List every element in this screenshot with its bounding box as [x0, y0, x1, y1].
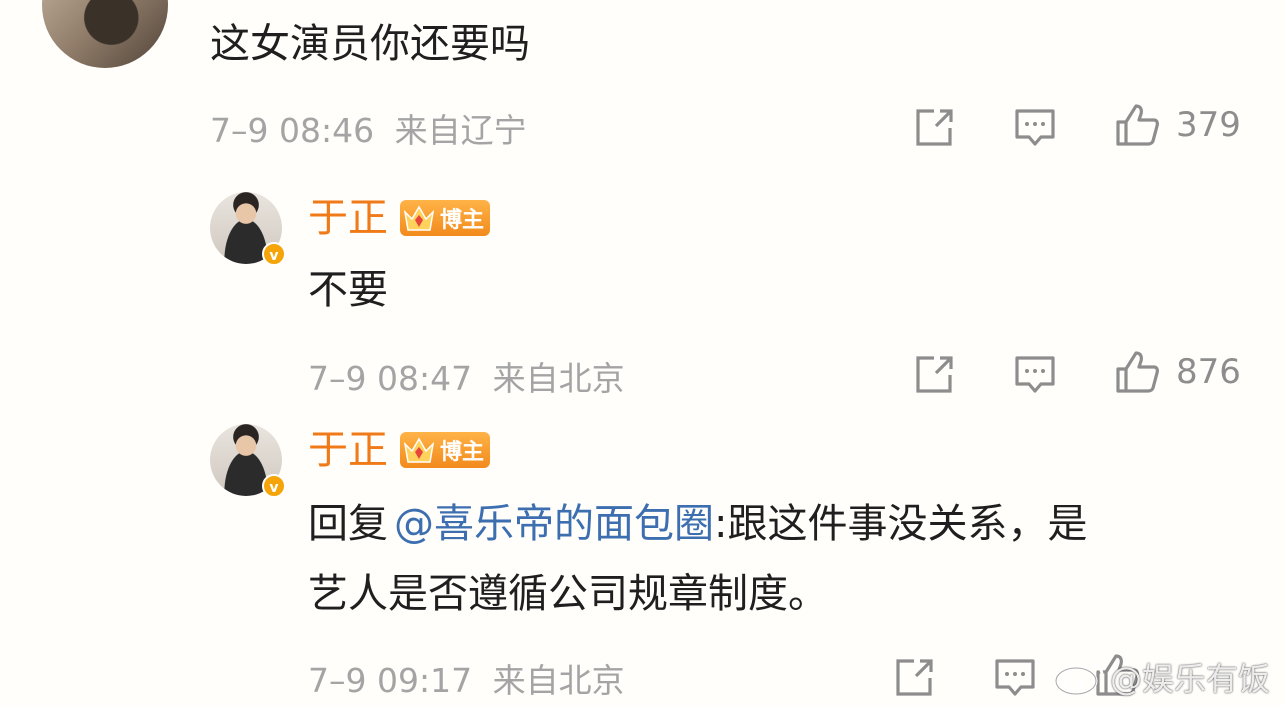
reply-author-name[interactable]: 于正 — [308, 194, 388, 242]
blogger-badge: 博主 — [400, 200, 491, 236]
reply-time: 7–9 09:17 — [308, 661, 473, 700]
verified-badge-icon: v — [262, 474, 286, 498]
reply-text-rest: :跟这件事没关系，是 — [714, 501, 1088, 547]
share-icon[interactable] — [912, 106, 956, 150]
reply-time: 7–9 08:47 — [308, 359, 473, 398]
reply-avatar[interactable]: v — [210, 424, 286, 498]
mention-link[interactable]: @喜乐帝的面包圈 — [394, 501, 714, 547]
reply-avatar[interactable]: v — [210, 192, 286, 266]
verified-badge-icon: v — [262, 242, 286, 266]
like-count: 876 — [1176, 352, 1241, 392]
reply-text-line1: 回复 @喜乐帝的面包圈:跟这件事没关系，是 — [308, 496, 1087, 552]
crown-icon — [403, 437, 435, 463]
reply-author-name[interactable]: 于正 — [308, 426, 388, 474]
share-icon[interactable] — [892, 656, 936, 700]
share-icon[interactable] — [912, 353, 956, 397]
reply-meta: 7–9 09:17 来自北京 — [308, 654, 625, 702]
crown-icon — [403, 205, 435, 231]
reply-location: 来自北京 — [492, 359, 625, 398]
comment-icon[interactable] — [993, 656, 1037, 700]
reply-location: 来自北京 — [492, 661, 625, 700]
reply-text-line2: 艺人是否遵循公司规章制度。 — [308, 571, 828, 617]
like-icon[interactable] — [1114, 349, 1160, 395]
blogger-badge-label: 博主 — [440, 440, 485, 465]
comment-icon[interactable] — [1013, 353, 1057, 397]
reply-text: 不要 — [308, 267, 388, 313]
watermark-text: @娱乐有饭 — [1110, 660, 1271, 698]
weibo-logo-icon — [1054, 661, 1104, 696]
comment-icon[interactable] — [1013, 106, 1057, 150]
watermark: @娱乐有饭 — [1052, 654, 1270, 700]
reply-header: 于正 博主 — [308, 426, 491, 474]
reply-prefix: 回复 — [308, 501, 388, 547]
reply-meta: 7–9 08:47 来自北京 — [308, 352, 625, 400]
commenter-avatar[interactable] — [42, 0, 168, 68]
blogger-badge-label: 博主 — [440, 208, 485, 233]
comment-location: 来自辽宁 — [394, 111, 527, 150]
reply-header: 于正 博主 — [308, 194, 491, 242]
comment-text: 这女演员你还要吗 — [210, 21, 530, 67]
blogger-badge: 博主 — [400, 432, 491, 468]
comment-meta: 7–9 08:46 来自辽宁 — [210, 104, 527, 152]
comment-time: 7–9 08:46 — [210, 111, 375, 150]
like-icon[interactable] — [1114, 102, 1160, 148]
like-count: 379 — [1176, 105, 1241, 145]
